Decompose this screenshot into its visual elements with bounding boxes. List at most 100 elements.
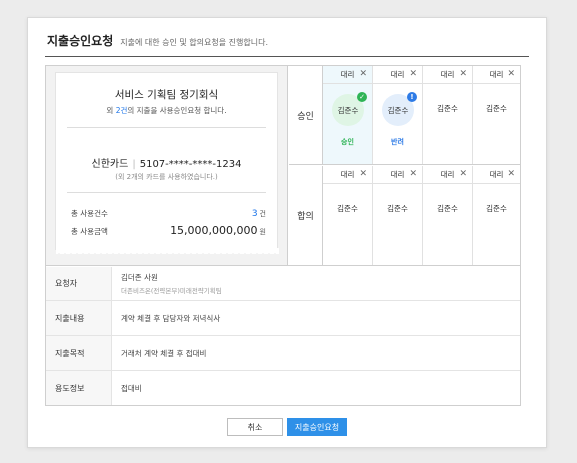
total-amount-unit: 원: [259, 228, 266, 236]
agreer-name: 김준수: [387, 204, 408, 213]
close-icon[interactable]: ✕: [507, 169, 515, 179]
check-icon: ✓: [357, 92, 367, 102]
close-icon[interactable]: ✕: [459, 169, 467, 179]
info-label: 지출내용: [46, 301, 112, 335]
requester-department: 더존비즈온(전략본부)미래전략기획팀: [121, 287, 222, 295]
receipt-card: 서비스 기획팀 정기회식 외 2건의 지출을 사용승인요청 합니다. 신한카드 |…: [55, 72, 279, 254]
agreer-role: 대리: [340, 170, 355, 179]
agreer-role: 대리: [440, 170, 455, 179]
total-count-unit: 건: [259, 210, 266, 218]
approver-role-header: 대리 ✕: [473, 66, 520, 84]
close-icon[interactable]: ✕: [359, 69, 367, 79]
approval-cells: 대리 ✕ 김준수 ✓ 승인 대리 ✕ 김준수 ! 반려 대리 ✕ 김준수 대리 …: [323, 66, 520, 164]
approver-avatar: 김준수 !: [382, 92, 417, 126]
receipt-sub-suffix: 의 지출을 사용승인요청 합니다.: [127, 106, 227, 115]
dialog-header: 지출승인요청 지출에 대한 승인 및 합의요청을 진행합니다.: [47, 32, 268, 50]
close-icon[interactable]: ✕: [409, 169, 417, 179]
dialog-description: 지출에 대한 승인 및 합의요청을 진행합니다.: [120, 38, 268, 47]
total-amount-label: 총 사용금액: [71, 227, 108, 236]
agreement-cell[interactable]: 대리 ✕ 김준수: [323, 166, 373, 265]
receipt-panel: 서비스 기획팀 정기회식 외 2건의 지출을 사용승인요청 합니다. 신한카드 |…: [46, 66, 288, 265]
card-separator: |: [132, 159, 136, 170]
approver-name: 김준수: [437, 104, 458, 113]
info-row-expense-purpose: 지출목적 거래처 계약 체결 후 접대비: [46, 336, 520, 371]
info-value: 계약 체결 후 담당자와 저녁식사: [121, 313, 221, 323]
total-count-label: 총 사용건수: [71, 209, 108, 218]
info-row-requester: 요청자 김더존 사원 더존비즈온(전략본부)미래전략기획팀: [46, 267, 520, 301]
requester-name: 김더존 사원: [121, 273, 158, 282]
top-section: 서비스 기획팀 정기회식 외 2건의 지출을 사용승인요청 합니다. 신한카드 |…: [46, 66, 520, 266]
agreement-row-label: 합의: [289, 166, 323, 265]
agreer-role-header: 대리 ✕: [423, 166, 472, 184]
agreer-name: 김준수: [486, 204, 507, 213]
receipt-zigzag-edge: [56, 248, 279, 254]
approver-name: 김준수: [337, 105, 359, 115]
info-label: 지출목적: [46, 336, 112, 370]
receipt-divider: [67, 127, 266, 128]
approver-role: 대리: [489, 70, 504, 79]
approver-role: 대리: [440, 70, 455, 79]
agreement-cells: 대리 ✕ 김준수 대리 ✕ 김준수 대리 ✕ 김준수 대리 ✕ 김준수: [323, 166, 520, 265]
receipt-sub-prefix: 외: [106, 106, 114, 115]
dialog-title: 지출승인요청: [47, 34, 114, 48]
info-table: 요청자 김더존 사원 더존비즈온(전략본부)미래전략기획팀 지출내용 계약 체결…: [46, 267, 520, 405]
info-row-usage: 용도정보 접대비: [46, 371, 520, 405]
agreement-cell[interactable]: 대리 ✕ 김준수: [473, 166, 520, 265]
agreer-role-header: 대리 ✕: [323, 166, 372, 184]
close-icon[interactable]: ✕: [459, 69, 467, 79]
approver-role: 대리: [340, 70, 355, 79]
approval-status: 반려: [391, 138, 404, 146]
info-label: 요청자: [46, 267, 112, 300]
card-name: 신한카드: [91, 159, 129, 170]
card-number: 5107-****-****-1234: [139, 159, 242, 170]
total-amount-value: 15,000,000,000: [170, 224, 258, 237]
close-icon[interactable]: ✕: [507, 69, 515, 79]
approver-role: 대리: [390, 70, 405, 79]
approval-row: 승인 대리 ✕ 김준수 ✓ 승인 대리 ✕ 김준수 ! 반려 대리 ✕ 김준수 …: [289, 66, 520, 165]
total-count-value: 3: [251, 209, 258, 219]
total-amount: 15,000,000,000 원: [170, 224, 266, 237]
dialog-buttons: 취소 지출승인요청: [28, 418, 546, 436]
info-value: 접대비: [121, 383, 142, 393]
total-count: 3건: [252, 209, 266, 219]
receipt-title: 서비스 기획팀 정기회식: [114, 89, 219, 101]
approval-cell[interactable]: 대리 ✕ 김준수: [423, 66, 473, 164]
approver-role-header: 대리 ✕: [423, 66, 472, 84]
header-divider: [45, 56, 529, 57]
close-icon[interactable]: ✕: [409, 69, 417, 79]
approval-row-label: 승인: [289, 66, 323, 164]
info-value: 김더존 사원 더존비즈온(전략본부)미래전략기획팀: [112, 267, 222, 300]
close-icon[interactable]: ✕: [359, 169, 367, 179]
agreer-name: 김준수: [437, 204, 458, 213]
approver-name: 김준수: [486, 104, 507, 113]
exclamation-icon: !: [407, 92, 417, 102]
approver-role-header: 대리 ✕: [323, 66, 372, 84]
cancel-button[interactable]: 취소: [227, 418, 283, 436]
approval-cell[interactable]: 대리 ✕ 김준수: [473, 66, 520, 164]
agreer-role: 대리: [489, 170, 504, 179]
info-value: 거래처 계약 체결 후 접대비: [121, 348, 207, 358]
approver-name: 김준수: [387, 105, 409, 115]
total-amount-row: 총 사용금액 15,000,000,000 원: [71, 224, 266, 237]
agreer-role-header: 대리 ✕: [373, 166, 422, 184]
agreer-name: 김준수: [337, 204, 358, 213]
approver-role-header: 대리 ✕: [373, 66, 422, 84]
receipt-divider: [67, 192, 266, 193]
approval-status: 승인: [341, 138, 354, 146]
card-note: (외 2개의 카드를 사용하였습니다.): [115, 173, 218, 181]
info-row-expense-content: 지출내용 계약 체결 후 담당자와 저녁식사: [46, 301, 520, 336]
receipt-subtitle: 외 2건의 지출을 사용승인요청 합니다.: [56, 105, 277, 116]
agreement-row: 합의 대리 ✕ 김준수 대리 ✕ 김준수 대리 ✕ 김준수 대리 ✕ 김준수: [289, 166, 520, 265]
submit-approval-button[interactable]: 지출승인요청: [287, 418, 347, 436]
info-label: 용도정보: [46, 371, 112, 405]
agreer-role-header: 대리 ✕: [473, 166, 520, 184]
receipt-card-info: 신한카드 | 5107-****-****-1234: [56, 155, 277, 170]
agreement-cell[interactable]: 대리 ✕ 김준수: [373, 166, 423, 265]
content-frame: 서비스 기획팀 정기회식 외 2건의 지출을 사용승인요청 합니다. 신한카드 |…: [45, 65, 521, 406]
approval-cell[interactable]: 대리 ✕ 김준수 ✓ 승인: [323, 66, 373, 164]
receipt-sub-count: 2건: [115, 106, 128, 115]
agreement-cell[interactable]: 대리 ✕ 김준수: [423, 166, 473, 265]
total-count-row: 총 사용건수 3건: [71, 208, 266, 219]
approval-cell[interactable]: 대리 ✕ 김준수 ! 반려: [373, 66, 423, 164]
approver-avatar: 김준수 ✓: [332, 92, 367, 126]
